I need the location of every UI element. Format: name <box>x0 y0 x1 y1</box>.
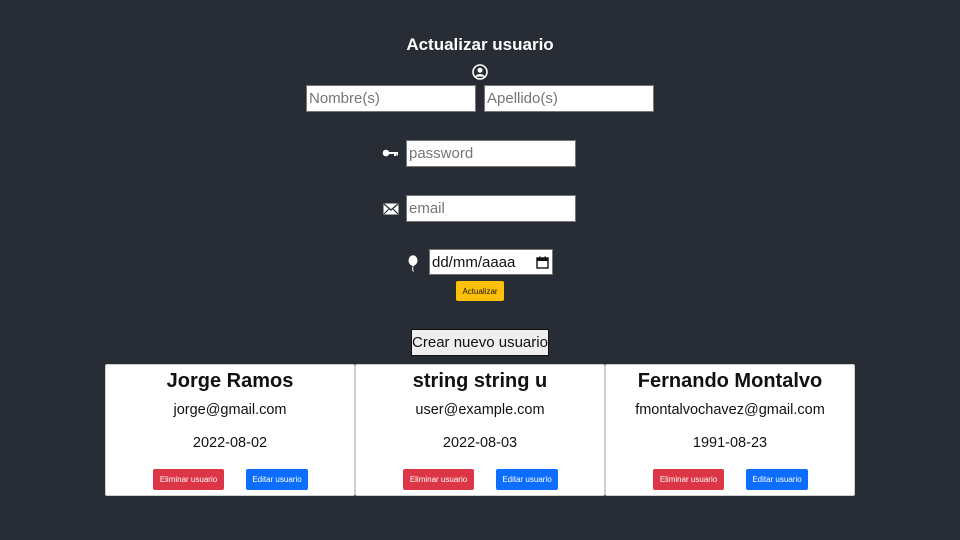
user-card: Jorge Ramos jorge@gmail.com 2022-08-02 E… <box>105 364 355 496</box>
user-date: 1991-08-23 <box>692 435 768 451</box>
user-date: 2022-08-02 <box>192 435 268 451</box>
user-name: Fernando Montalvo <box>637 370 823 392</box>
user-email: fmontalvochavez@gmail.com <box>635 402 825 418</box>
edit-user-button[interactable]: Editar usuario <box>496 469 558 490</box>
user-card: Fernando Montalvo fmontalvochavez@gmail.… <box>605 364 855 496</box>
birthdate-input[interactable]: dd/mm/aaaa <box>429 249 553 275</box>
edit-user-button[interactable]: Editar usuario <box>746 469 808 490</box>
user-email: jorge@gmail.com <box>173 402 287 418</box>
delete-user-button[interactable]: Eliminar usuario <box>653 469 724 490</box>
delete-user-button[interactable]: Eliminar usuario <box>403 469 474 490</box>
first-name-input[interactable]: Nombre(s) <box>306 85 476 112</box>
user-name: Jorge Ramos <box>166 370 294 392</box>
user-date: 2022-08-03 <box>442 435 518 451</box>
calendar-icon[interactable] <box>536 256 549 269</box>
key-icon <box>382 146 399 160</box>
balloon-icon <box>406 254 420 272</box>
user-card: string string u user@example.com 2022-08… <box>355 364 605 496</box>
date-placeholder: dd/mm/aaaa <box>432 253 516 271</box>
update-button[interactable]: Actualizar <box>456 281 504 301</box>
user-email: user@example.com <box>415 402 545 418</box>
last-name-input[interactable]: Apellido(s) <box>484 85 654 112</box>
delete-user-button[interactable]: Eliminar usuario <box>153 469 224 490</box>
form-title: Actualizar usuario <box>406 35 554 54</box>
envelope-icon <box>382 202 399 216</box>
user-circle-icon <box>472 64 488 80</box>
edit-user-button[interactable]: Editar usuario <box>246 469 308 490</box>
user-cards: Jorge Ramos jorge@gmail.com 2022-08-02 E… <box>105 364 855 496</box>
create-user-button[interactable]: Crear nuevo usuario <box>411 329 549 356</box>
user-name: string string u <box>412 370 548 392</box>
password-input[interactable]: password <box>406 140 576 167</box>
email-input[interactable]: email <box>406 195 576 222</box>
